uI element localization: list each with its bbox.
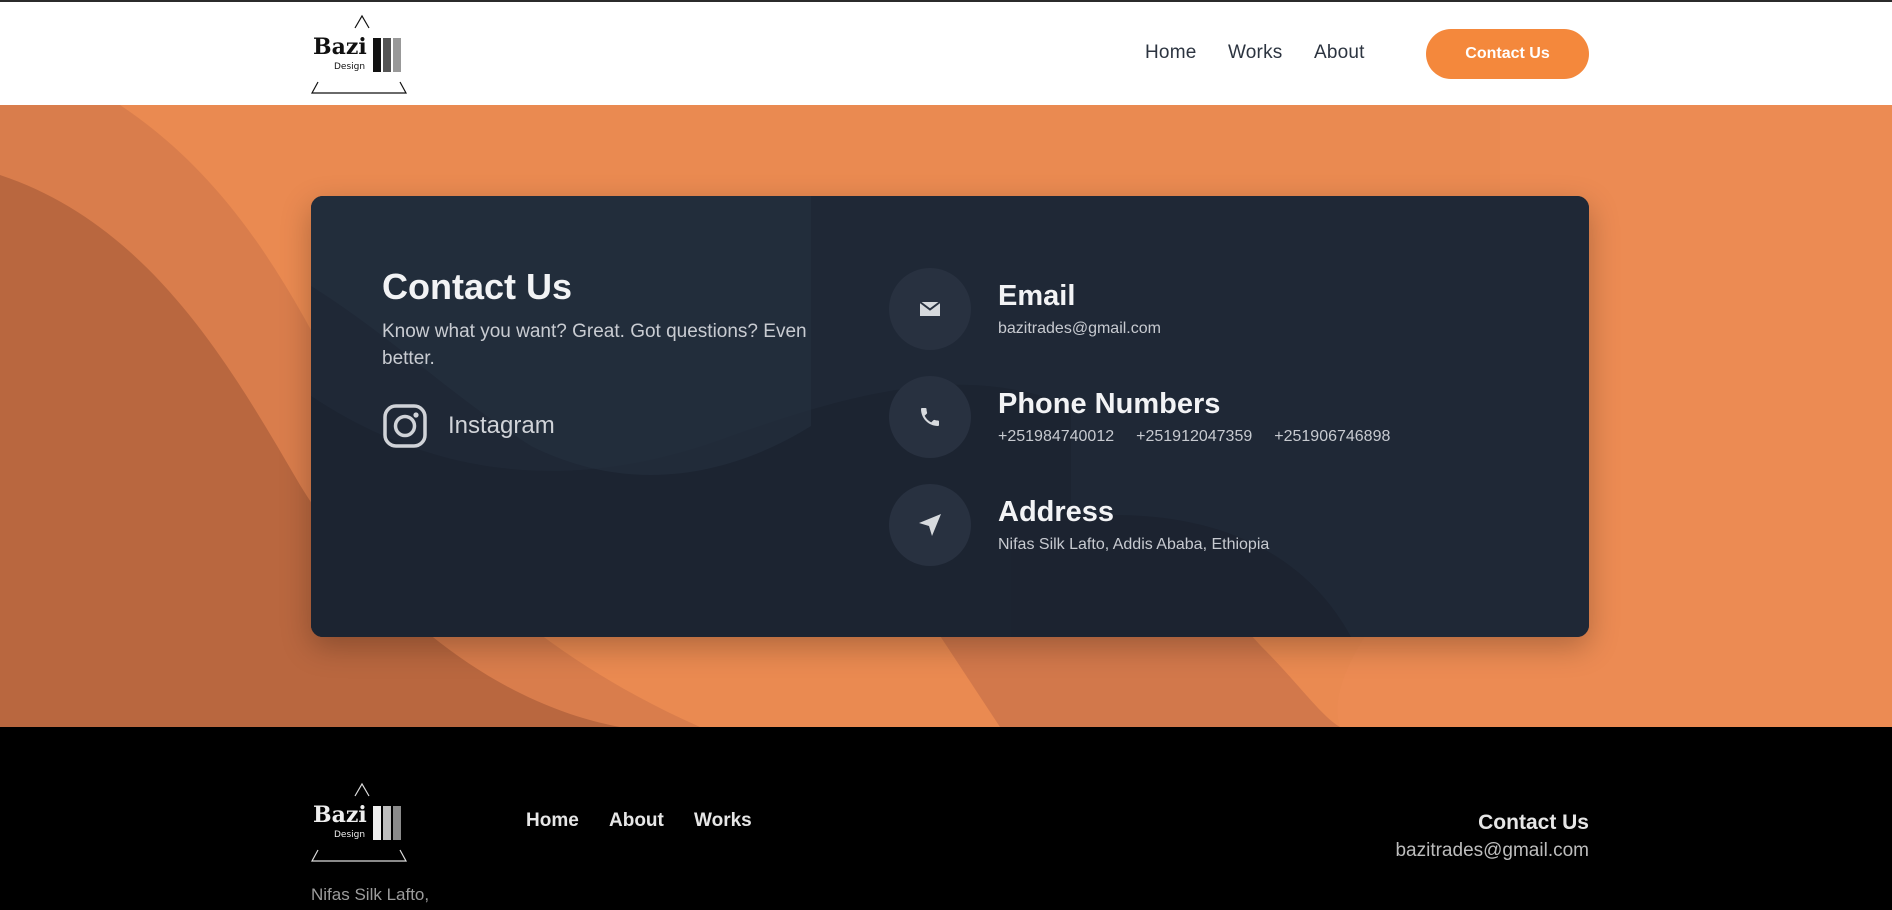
contact-subtitle: Know what you want? Great. Got questions… [382, 321, 807, 369]
site-header: Bazi Design Home Works About Contact Us [0, 2, 1892, 105]
location-arrow-icon [889, 484, 971, 566]
contact-us-button[interactable]: Contact Us [1426, 29, 1589, 79]
footer-logo-subtitle: Design [334, 830, 365, 840]
footer-brand-logo[interactable]: Bazi Design [310, 782, 410, 862]
mail-icon [889, 268, 971, 350]
contact-title: Contact Us [382, 266, 573, 307]
phone-number[interactable]: +251984740012 [998, 428, 1114, 446]
brand-logo[interactable]: Bazi Design [310, 14, 410, 94]
contact-card: Contact Us Know what you want? Great. Go… [311, 196, 1589, 637]
footer-contact-heading: Contact Us [1478, 811, 1589, 834]
footer-nav-about[interactable]: About [609, 810, 664, 832]
footer-address: Nifas Silk Lafto, [311, 885, 430, 904]
logo-wordmark: Bazi [313, 34, 367, 60]
address-value: Nifas Silk Lafto, Addis Ababa, Ethiopia [998, 536, 1270, 553]
footer-nav-works[interactable]: Works [694, 810, 752, 832]
footer-logo-wordmark: Bazi [313, 802, 367, 828]
footer-nav-home[interactable]: Home [526, 810, 579, 832]
phone-number[interactable]: +251912047359 [1136, 428, 1252, 446]
contact-section: Contact Us Know what you want? Great. Go… [0, 105, 1892, 727]
logo-subtitle: Design [334, 62, 365, 72]
nav-home[interactable]: Home [1145, 42, 1196, 64]
phone-heading: Phone Numbers [998, 388, 1221, 420]
site-footer: Bazi Design Home About Works Nifas Silk … [0, 727, 1892, 910]
instagram-link[interactable]: Instagram [382, 403, 555, 449]
address-heading: Address [998, 496, 1115, 528]
instagram-icon [382, 403, 428, 449]
nav-works[interactable]: Works [1228, 42, 1282, 64]
nav-about[interactable]: About [1314, 42, 1365, 64]
email-value[interactable]: bazitrades@gmail.com [998, 320, 1161, 338]
phone-icon [889, 376, 971, 458]
phone-list: +251984740012 +251912047359 +25190674689… [998, 428, 1390, 446]
instagram-label: Instagram [448, 412, 555, 439]
phone-number[interactable]: +251906746898 [1274, 428, 1390, 446]
email-heading: Email [998, 280, 1076, 312]
footer-email[interactable]: bazitrades@gmail.com [1395, 840, 1589, 862]
